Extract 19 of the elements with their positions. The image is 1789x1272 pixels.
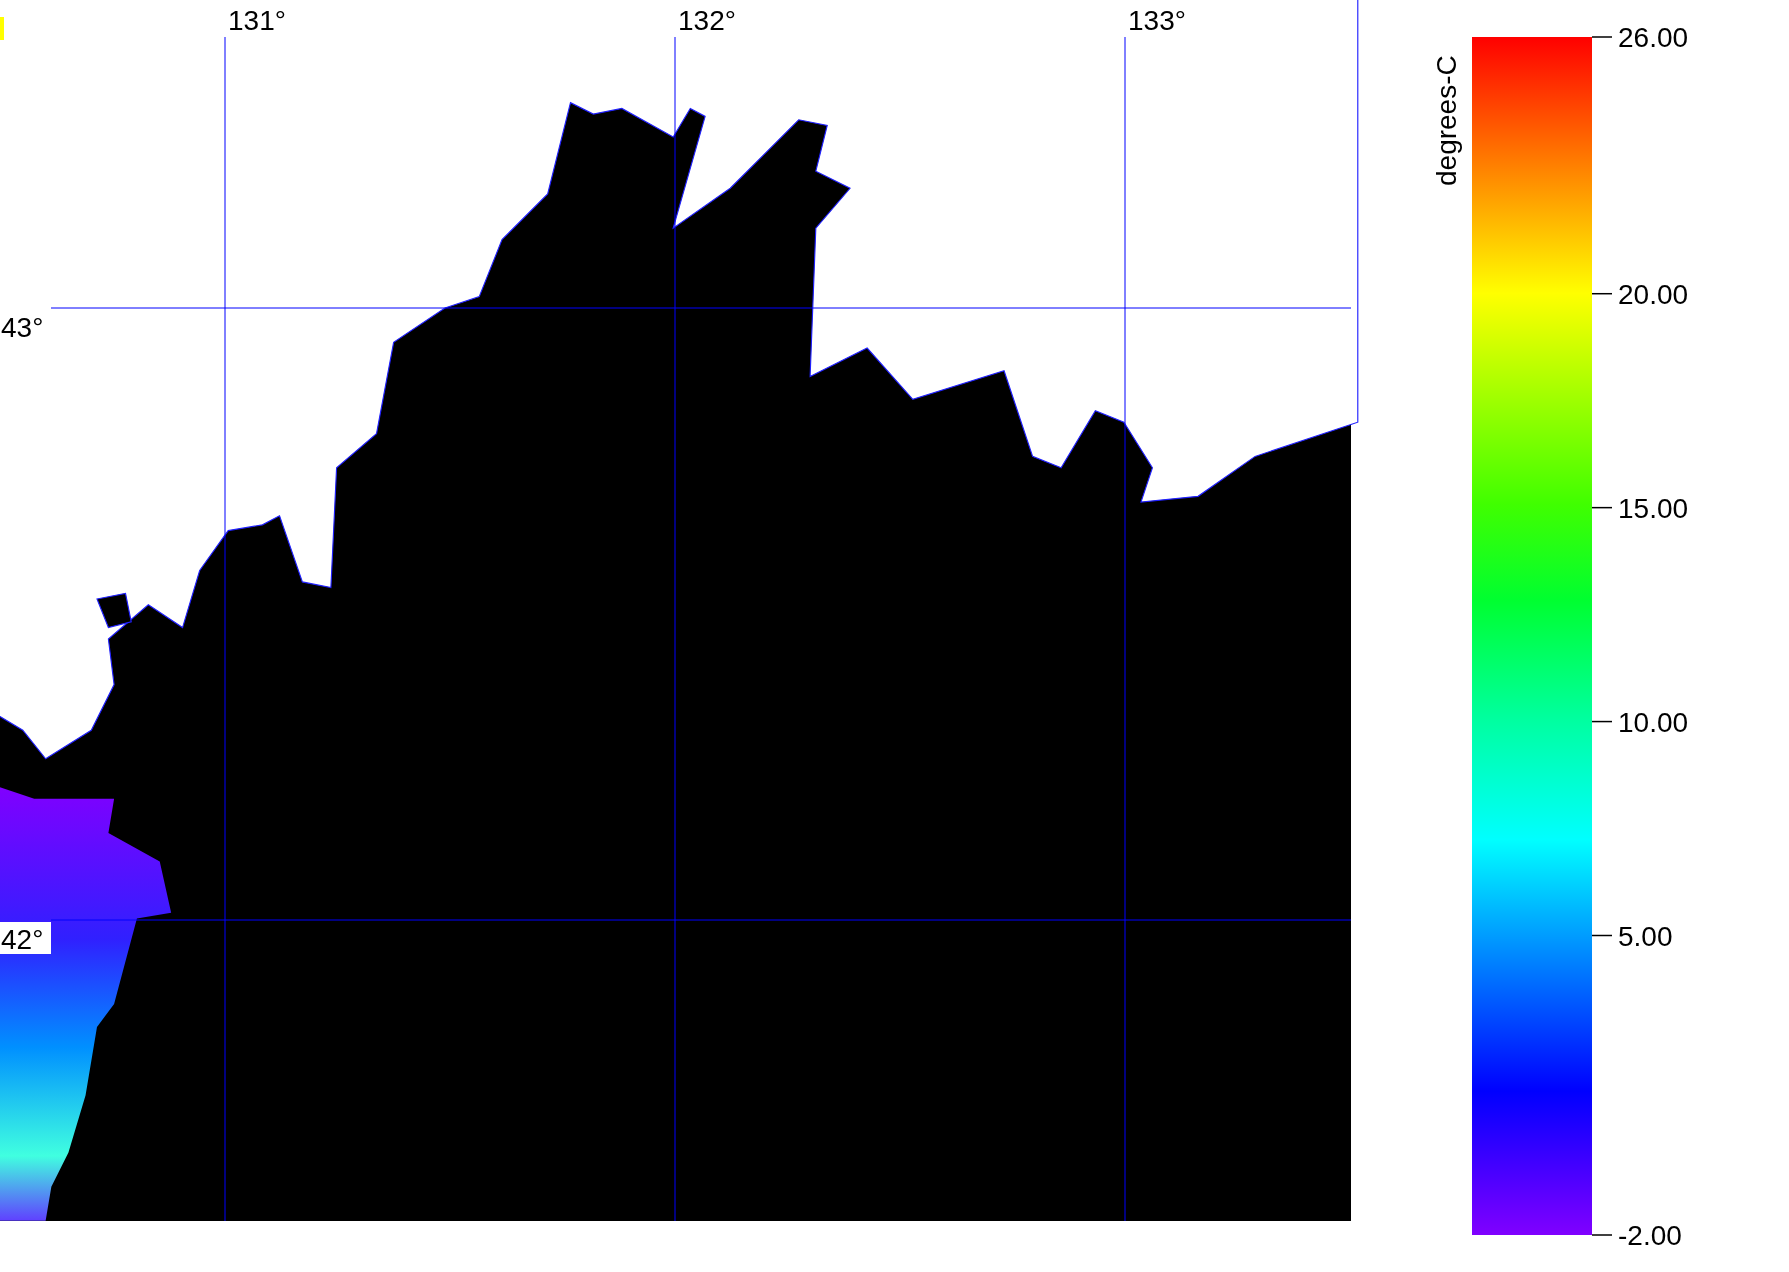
latitude-label: 43° <box>1 312 44 343</box>
scale-tick-label: 5.00 <box>1618 920 1673 952</box>
tick-mark <box>1591 934 1613 937</box>
tick-mark <box>1591 506 1613 509</box>
corner-mark <box>0 17 4 40</box>
scale-tick-label: 20.00 <box>1618 278 1689 310</box>
tick-mark <box>1591 36 1613 38</box>
scale-tick-label: 26.00 <box>1618 22 1689 53</box>
scale-tick-label: 15.00 <box>1618 492 1689 524</box>
longitude-label: 133° <box>1128 5 1186 36</box>
scale-tick-label: -2.00 <box>1618 1220 1682 1251</box>
tick-mark <box>1591 1234 1613 1236</box>
longitude-label: 132° <box>678 5 736 36</box>
latitude-label: 42° <box>0 922 51 955</box>
tick-mark <box>1591 720 1613 723</box>
scale-tick-label: 10.00 <box>1618 706 1689 738</box>
color-scale-title: degrees-C <box>1431 55 1462 186</box>
longitude-label: 131° <box>228 5 286 36</box>
tick-mark <box>1591 292 1613 295</box>
